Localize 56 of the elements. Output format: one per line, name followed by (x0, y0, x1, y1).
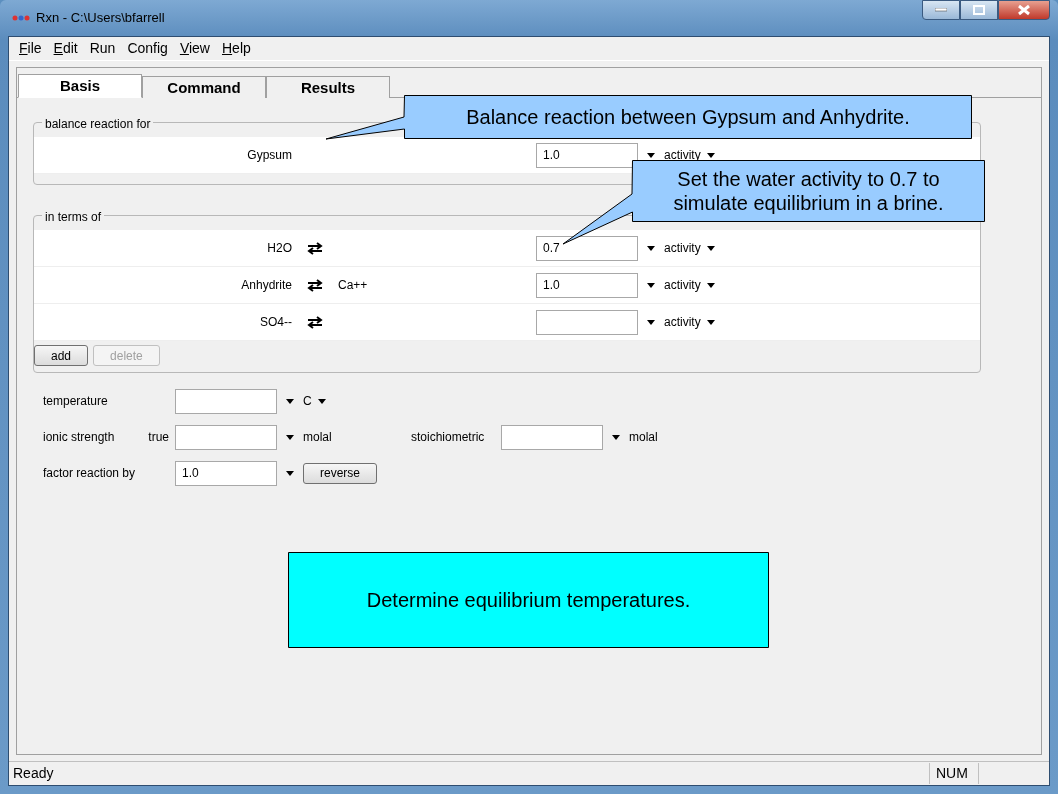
num-lock-indicator: NUM (929, 763, 979, 784)
dropdown-caret-icon[interactable] (612, 434, 620, 440)
menu-item[interactable]: Help (216, 38, 257, 59)
species-label: Gypsum (246, 147, 292, 164)
reverse-button[interactable]: reverse (303, 462, 377, 484)
menu-item[interactable]: File (13, 38, 48, 59)
close-icon (1017, 4, 1031, 16)
callout: Determine equilibrium temperatures. (288, 552, 769, 648)
value-field[interactable]: 0.7 (536, 235, 638, 261)
value-field[interactable] (536, 309, 638, 335)
unit-label: molal (303, 429, 333, 446)
action-button[interactable]: add (34, 345, 89, 366)
value-field[interactable]: 1.0 (536, 142, 638, 168)
maximize-icon (973, 5, 985, 15)
value-field[interactable] (175, 424, 277, 450)
app-icon (12, 13, 30, 23)
species-label: Anhydrite (240, 277, 292, 294)
minimize-button[interactable] (922, 0, 960, 20)
unit-label: molal (629, 429, 658, 446)
menu-item[interactable]: Run (83, 38, 122, 59)
dropdown-caret-icon[interactable] (647, 319, 655, 325)
field-label: ionic strength (43, 429, 115, 446)
field-label: factor reaction by (43, 465, 136, 482)
value-field[interactable]: 1.0 (175, 460, 277, 486)
dropdown-caret-icon[interactable] (647, 282, 655, 288)
product-label: Ca++ (338, 278, 368, 292)
unit-dropdown[interactable]: activity (664, 313, 715, 331)
window-title: Rxn - C:\Users\bfarrell (36, 9, 165, 28)
field-label: true (148, 429, 169, 446)
menu-item[interactable]: Edit (47, 38, 84, 59)
caret-icon (706, 282, 715, 288)
status-message: Ready (12, 764, 55, 783)
caret-icon (706, 319, 715, 325)
minimize-icon (935, 8, 947, 12)
field-label: stoichiometric (411, 429, 486, 446)
menu-item[interactable]: Config (121, 38, 174, 59)
value-field[interactable] (501, 424, 603, 450)
field-label: temperature (43, 393, 108, 410)
tab[interactable]: Results (266, 76, 390, 98)
species-label: SO4-- (259, 314, 292, 331)
unit-dropdown[interactable]: C (303, 392, 326, 410)
species-label: H2O (266, 240, 292, 257)
value-field[interactable]: 1.0 (536, 272, 638, 298)
dropdown-caret-icon[interactable] (286, 470, 294, 476)
close-button[interactable] (998, 0, 1050, 20)
value-field[interactable] (175, 388, 277, 414)
maximize-button[interactable] (960, 0, 998, 20)
menu-item[interactable]: View (173, 38, 216, 59)
unit-dropdown[interactable]: activity (664, 276, 715, 294)
dropdown-caret-icon[interactable] (286, 434, 294, 440)
tab[interactable]: Command (142, 76, 266, 98)
dropdown-caret-icon[interactable] (647, 245, 655, 251)
tab[interactable]: Basis (18, 74, 142, 98)
caret-icon (706, 245, 715, 251)
dropdown-caret-icon[interactable] (286, 398, 294, 404)
caret-icon (317, 398, 326, 404)
